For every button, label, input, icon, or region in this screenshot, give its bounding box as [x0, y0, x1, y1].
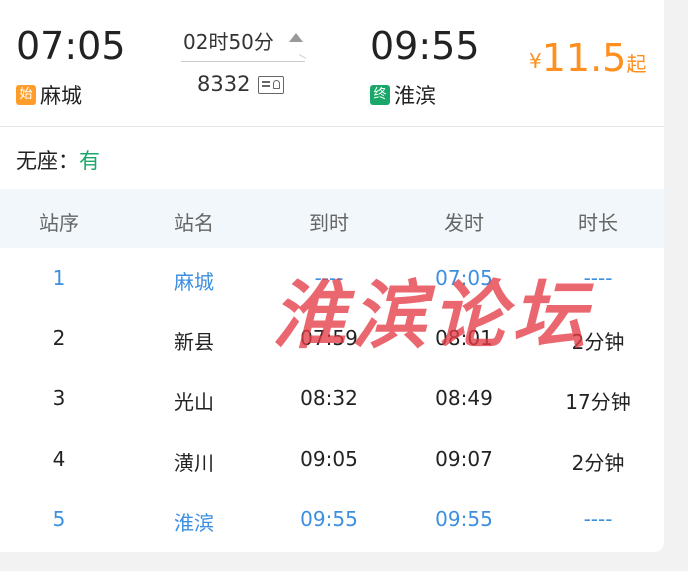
depart-station: 始 麻城: [16, 80, 82, 110]
arrive-time: 09:55: [370, 24, 480, 68]
table-row: 4 潢川 09:05 09:07 2分钟: [52, 447, 625, 475]
train-detail-card: 07:05 始 麻城 02时50分 8332 09:55 终 淮滨 ¥11.5起…: [0, 0, 664, 552]
header-station: 站名: [174, 211, 214, 235]
end-tag: 终: [370, 85, 390, 105]
train-number[interactable]: 8332: [197, 72, 250, 96]
header-seq: 站序: [39, 211, 79, 235]
header-arrive: 到时: [309, 211, 349, 235]
header-depart: 发时: [444, 211, 484, 235]
seat-availability: 无座：有: [16, 149, 100, 173]
arrive-station-name: 淮滨: [394, 84, 436, 108]
collapse-arrow-icon[interactable]: [289, 33, 303, 42]
table-row: 3 光山 08:32 08:49 17分钟: [52, 386, 631, 414]
duration: 02时50分: [183, 30, 274, 54]
header-stop: 时长: [578, 211, 618, 235]
route-arrow-line: [181, 61, 305, 62]
price: ¥11.5起: [529, 36, 647, 80]
depart-time: 07:05: [16, 24, 126, 68]
watermark: 淮滨论坛: [272, 273, 592, 359]
divider: [0, 126, 664, 127]
depart-station-name: 麻城: [40, 84, 82, 108]
id-card-icon: [258, 76, 284, 94]
table-row: 5 淮滨 09:55 09:55 ----: [52, 507, 613, 535]
arrive-station: 终 淮滨: [370, 80, 436, 110]
start-tag: 始: [16, 85, 36, 105]
